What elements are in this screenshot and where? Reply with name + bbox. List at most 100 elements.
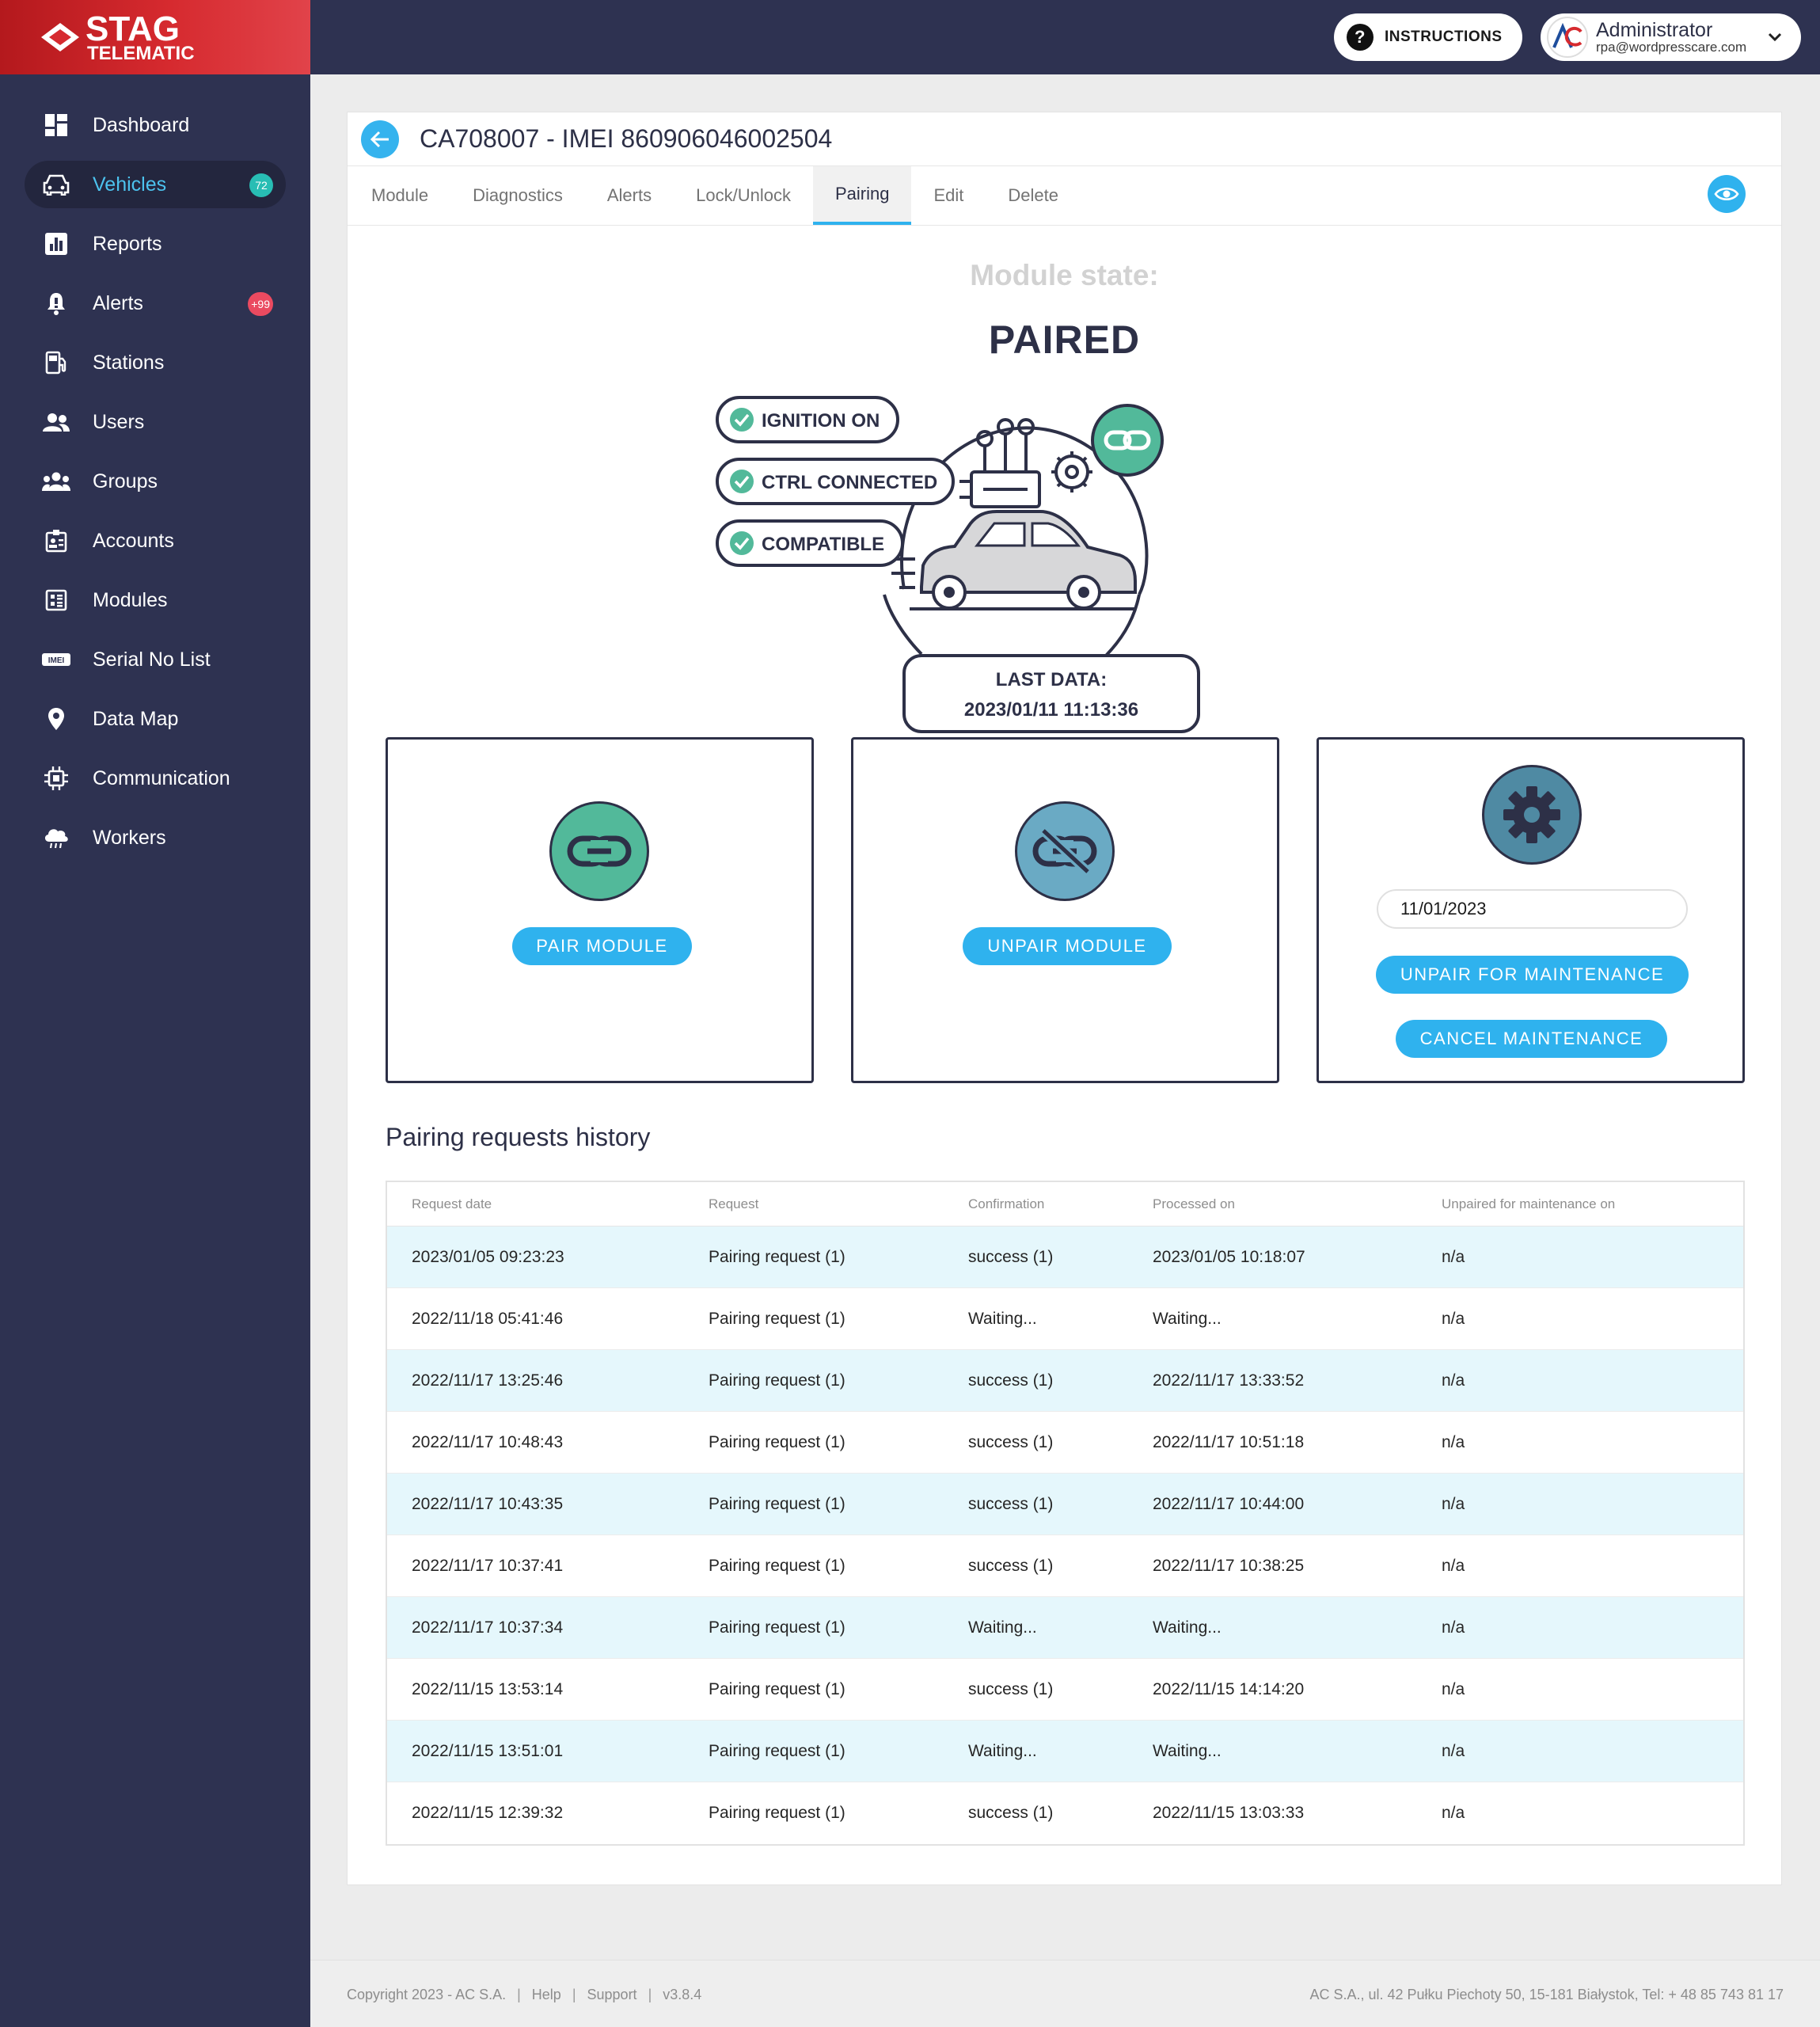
tab-delete[interactable]: Delete	[986, 166, 1081, 225]
pair-module-button[interactable]: PAIR MODULE	[512, 927, 692, 965]
unpair-module-button[interactable]: UNPAIR MODULE	[963, 927, 1172, 965]
table-row[interactable]: 2023/01/05 09:23:23 Pairing request (1) su…	[387, 1226, 1743, 1288]
tab-module[interactable]: Module	[349, 166, 450, 225]
arrow-left-icon	[370, 131, 389, 147]
cell-request: Pairing request (1)	[709, 1804, 845, 1822]
check-ignition-on-label: IGNITION ON	[762, 410, 880, 432]
back-button[interactable]	[361, 120, 399, 158]
cancel-maintenance-button[interactable]: CANCEL MAINTENANCE	[1396, 1020, 1667, 1058]
sidebar-item-serial-no-list[interactable]: IMEI Serial No List	[25, 636, 286, 683]
paired-link-icon	[1091, 404, 1164, 477]
cell-processed-on: 2022/11/17 13:33:52	[1153, 1371, 1305, 1390]
unpair-for-maintenance-button[interactable]: UNPAIR FOR MAINTENANCE	[1376, 956, 1689, 994]
table-row[interactable]: 2022/11/15 13:53:14 Pairing request (1) su…	[387, 1659, 1743, 1721]
bell-icon	[42, 289, 70, 318]
sidebar-item-label: Workers	[93, 826, 166, 849]
tab-alerts[interactable]: Alerts	[585, 166, 674, 225]
tab-pairing[interactable]: Pairing	[812, 166, 912, 225]
card-header: CA708007 - IMEI 860906046002504	[348, 112, 1781, 166]
maintenance-date-input[interactable]	[1377, 889, 1688, 929]
support-link[interactable]: Support	[587, 1987, 637, 2003]
last-data-label: LAST DATA:	[996, 669, 1107, 690]
cell-request-date: 2023/01/05 09:23:23	[412, 1247, 564, 1266]
pairing-history-table: Request date Request Confirmation Proces…	[386, 1181, 1745, 1846]
sidebar-item-vehicles[interactable]: Vehicles 72	[25, 161, 286, 208]
sidebar-item-users[interactable]: Users	[25, 398, 286, 446]
cell-confirmation: success (1)	[968, 1371, 1054, 1390]
view-button[interactable]	[1708, 175, 1746, 213]
table-row[interactable]: 2022/11/15 13:51:01 Pairing request (1) Wa…	[387, 1721, 1743, 1782]
cell-processed-on: Waiting...	[1153, 1618, 1222, 1637]
cell-request-date: 2022/11/18 05:41:46	[412, 1309, 564, 1328]
sidebar-nav: Dashboard Vehicles 72 Reports Alerts +99	[0, 74, 310, 861]
sidebar-item-label: Vehicles	[93, 173, 167, 196]
sidebar-item-label: Data Map	[93, 707, 179, 730]
brand-logo[interactable]: STAG TELEMATIC	[0, 0, 310, 74]
sidebar-item-communication[interactable]: Communication	[25, 755, 286, 802]
vehicles-count-badge: 72	[249, 173, 273, 197]
cell-confirmation: success (1)	[968, 1679, 1054, 1698]
table-row[interactable]: 2022/11/17 10:43:35 Pairing request (1) su…	[387, 1474, 1743, 1535]
column-unpaired-for-maintenance-on[interactable]: Unpaired for maintenance on	[1442, 1196, 1615, 1212]
cell-processed-on: 2022/11/17 10:44:00	[1153, 1494, 1305, 1513]
module-state-value: PAIRED	[988, 318, 1141, 362]
sidebar-item-dashboard[interactable]: Dashboard	[25, 101, 286, 149]
column-confirmation[interactable]: Confirmation	[968, 1196, 1044, 1212]
sidebar-item-groups[interactable]: Groups	[25, 458, 286, 505]
sidebar-item-stations[interactable]: Stations	[25, 339, 286, 386]
cell-processed-on: Waiting...	[1153, 1741, 1222, 1760]
check-ctrl-connected: CTRL CONNECTED	[716, 458, 955, 505]
tab-edit[interactable]: Edit	[911, 166, 986, 225]
unpair-module-box: UNPAIR MODULE	[851, 737, 1279, 1083]
fuel-station-icon	[42, 348, 70, 377]
cell-request: Pairing request (1)	[709, 1556, 845, 1575]
company-address: AC S.A., ul. 42 Pułku Piechoty 50, 15-18…	[1309, 1987, 1784, 2002]
check-compatible-label: COMPATIBLE	[762, 534, 884, 555]
sidebar-item-alerts[interactable]: Alerts +99	[25, 280, 286, 327]
table-header: Request date Request Confirmation Proces…	[387, 1182, 1743, 1226]
sidebar-item-label: Groups	[93, 470, 158, 492]
table-row[interactable]: 2022/11/18 05:41:46 Pairing request (1) Wa…	[387, 1288, 1743, 1350]
module-state-label: Module state:	[970, 259, 1159, 291]
module-icon	[42, 586, 70, 614]
brand-line2: TELEMATIC	[87, 43, 195, 64]
copyright-text: Copyright 2023 - AC S.A.	[347, 1987, 507, 2002]
table-row[interactable]: 2022/11/17 10:37:34 Pairing request (1) Wa…	[387, 1597, 1743, 1659]
last-data-box: LAST DATA: 2023/01/11 11:13:36	[902, 654, 1200, 733]
cell-confirmation: Waiting...	[968, 1741, 1037, 1760]
cell-unpaired-for-maintenance-on: n/a	[1442, 1804, 1465, 1822]
cell-confirmation: success (1)	[968, 1804, 1054, 1822]
help-link[interactable]: Help	[532, 1987, 561, 2003]
table-row[interactable]: 2022/11/17 10:48:43 Pairing request (1) su…	[387, 1412, 1743, 1474]
column-processed-on[interactable]: Processed on	[1153, 1196, 1235, 1212]
sidebar-item-accounts[interactable]: Accounts	[25, 517, 286, 565]
instructions-button[interactable]: ? INSTRUCTIONS	[1334, 13, 1522, 61]
tab-diagnostics[interactable]: Diagnostics	[450, 166, 585, 225]
map-pin-icon	[42, 705, 70, 733]
sidebar-item-reports[interactable]: Reports	[25, 220, 286, 268]
column-request-date[interactable]: Request date	[412, 1196, 492, 1212]
user-name: Administrator	[1596, 18, 1713, 41]
table-row[interactable]: 2022/11/17 13:25:46 Pairing request (1) su…	[387, 1350, 1743, 1412]
sidebar-item-workers[interactable]: Workers	[25, 814, 286, 861]
cell-request: Pairing request (1)	[709, 1741, 845, 1760]
cell-confirmation: success (1)	[968, 1432, 1054, 1451]
cell-unpaired-for-maintenance-on: n/a	[1442, 1309, 1465, 1328]
sidebar-item-label: Users	[93, 410, 145, 433]
tab-lock-unlock[interactable]: Lock/Unlock	[674, 166, 813, 225]
cell-confirmation: success (1)	[968, 1247, 1054, 1266]
cell-request: Pairing request (1)	[709, 1679, 845, 1698]
table-row[interactable]: 2022/11/17 10:37:41 Pairing request (1) su…	[387, 1535, 1743, 1597]
cell-request-date: 2022/11/15 13:53:14	[412, 1679, 564, 1698]
sidebar-item-label: Stations	[93, 351, 165, 374]
user-menu[interactable]: Administrator rpa@wordpresscare.com	[1541, 13, 1801, 61]
chip-icon	[42, 764, 70, 793]
cell-processed-on: 2022/11/15 13:03:33	[1153, 1804, 1305, 1822]
sidebar-item-modules[interactable]: Modules	[25, 576, 286, 624]
column-request[interactable]: Request	[709, 1196, 758, 1212]
cell-request-date: 2022/11/17 10:48:43	[412, 1432, 564, 1451]
cell-processed-on: 2022/11/17 10:38:25	[1153, 1556, 1305, 1575]
cell-request-date: 2022/11/17 10:37:34	[412, 1618, 564, 1637]
table-row[interactable]: 2022/11/15 12:39:32 Pairing request (1) su…	[387, 1782, 1743, 1844]
sidebar-item-data-map[interactable]: Data Map	[25, 695, 286, 743]
